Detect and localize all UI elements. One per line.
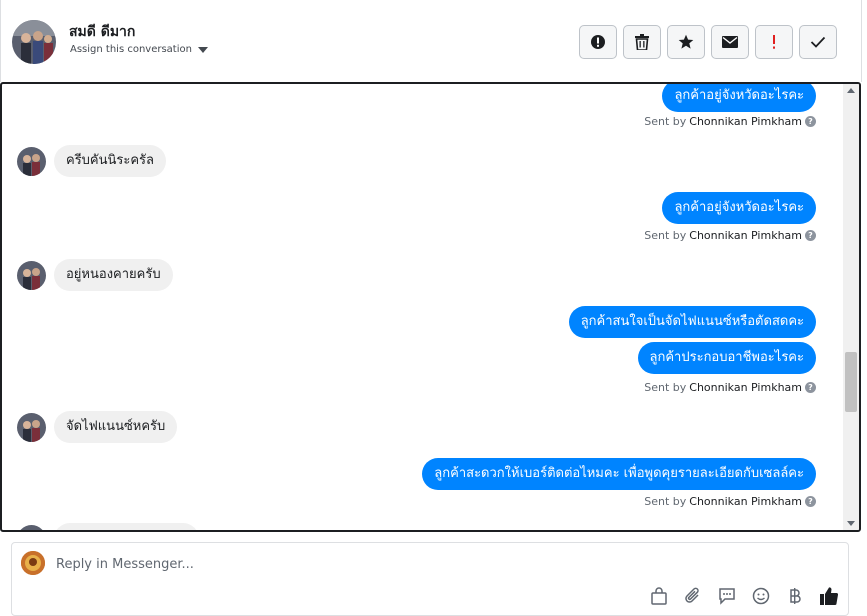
sent-by-prefix: Sent by: [644, 381, 687, 394]
contact-avatar-small: [17, 261, 46, 290]
bag-icon[interactable]: [648, 585, 670, 607]
conversation-toolbar: [579, 25, 837, 59]
saved-reply-icon[interactable]: [716, 585, 738, 607]
star-icon: [678, 34, 694, 49]
important-button[interactable]: [755, 25, 793, 59]
incoming-message: จัดไฟแนนซ์หครับ: [54, 411, 178, 443]
spam-button[interactable]: [579, 25, 617, 59]
star-button[interactable]: [667, 25, 705, 59]
sent-by-prefix: Sent by: [644, 115, 687, 128]
sender-name: Chonnikan Pimkham: [689, 229, 802, 242]
conversation-header: สมดี ดีมาก Assign this conversation: [0, 0, 862, 82]
thread-scrollbar[interactable]: [843, 84, 859, 530]
reply-composer: [11, 542, 849, 616]
contact-avatar-small: [17, 525, 46, 530]
sender-name: Chonnikan Pimkham: [689, 495, 802, 508]
paperclip-icon[interactable]: [682, 585, 704, 607]
scroll-up-arrow-icon[interactable]: [847, 88, 855, 93]
baht-icon[interactable]: [784, 585, 806, 607]
composer-tools: [648, 585, 840, 607]
checkmark-icon: [810, 36, 826, 48]
incoming-message: ครีบคันนิระครัล: [54, 145, 167, 177]
exclamation-icon: [773, 35, 775, 49]
assign-conversation-dropdown[interactable]: Assign this conversation: [70, 44, 208, 55]
delete-button[interactable]: [623, 25, 661, 59]
help-icon[interactable]: ?: [805, 496, 816, 507]
contact-avatar-small: [17, 147, 46, 176]
trash-icon: [635, 34, 649, 50]
incoming-message: อยู่หนองคายครับ: [54, 259, 173, 291]
emoji-icon[interactable]: [750, 585, 772, 607]
contact-avatar-small: [17, 413, 46, 442]
done-button[interactable]: [799, 25, 837, 59]
caret-down-icon: [197, 46, 208, 53]
sender-name: Chonnikan Pimkham: [689, 381, 802, 394]
scrollbar-thumb[interactable]: [845, 352, 857, 412]
alert-circle-icon: [591, 35, 605, 49]
sent-by-line: Sent by Chonnikan Pimkham ?: [644, 115, 816, 128]
assign-label: Assign this conversation: [70, 44, 192, 55]
outgoing-message: ลูกค้าอยู่จังหวัดอะไรคะ: [662, 84, 816, 112]
help-icon[interactable]: ?: [805, 382, 816, 393]
scroll-down-arrow-icon[interactable]: [847, 521, 855, 526]
sent-by-line: Sent by Chonnikan Pimkham ?: [644, 495, 816, 508]
reply-input[interactable]: [56, 554, 816, 574]
contact-avatar[interactable]: [12, 20, 56, 64]
envelope-icon: [722, 36, 738, 48]
sender-name: Chonnikan Pimkham: [689, 115, 802, 128]
outgoing-message: ลูกค้าประกอบอาชีพอะไรคะ: [637, 342, 816, 374]
outgoing-message: ลูกค้าสนใจเป็นจัดไฟแนนซ์หรือตัดสดคะ: [568, 306, 816, 338]
help-icon[interactable]: ?: [805, 230, 816, 241]
message-thread[interactable]: ลูกค้าอยู่จังหวัดอะไรคะ Sent by Chonnika…: [0, 82, 861, 532]
outgoing-message: ลูกค้าอยู่จังหวัดอะไรคะ: [662, 192, 816, 224]
sent-by-prefix: Sent by: [644, 229, 687, 242]
incoming-message-partial: [54, 523, 199, 530]
mark-unread-button[interactable]: [711, 25, 749, 59]
page-avatar: [21, 551, 45, 575]
contact-name: สมดี ดีมาก: [69, 24, 136, 40]
outgoing-message: ลูกค้าสะดวกให้เบอร์ติดต่อไหมคะ เพื่อพูดค…: [422, 458, 816, 490]
sent-by-line: Sent by Chonnikan Pimkham ?: [644, 381, 816, 394]
sent-by-prefix: Sent by: [644, 495, 687, 508]
sent-by-line: Sent by Chonnikan Pimkham ?: [644, 229, 816, 242]
help-icon[interactable]: ?: [805, 116, 816, 127]
thumbs-up-icon[interactable]: [818, 585, 840, 607]
